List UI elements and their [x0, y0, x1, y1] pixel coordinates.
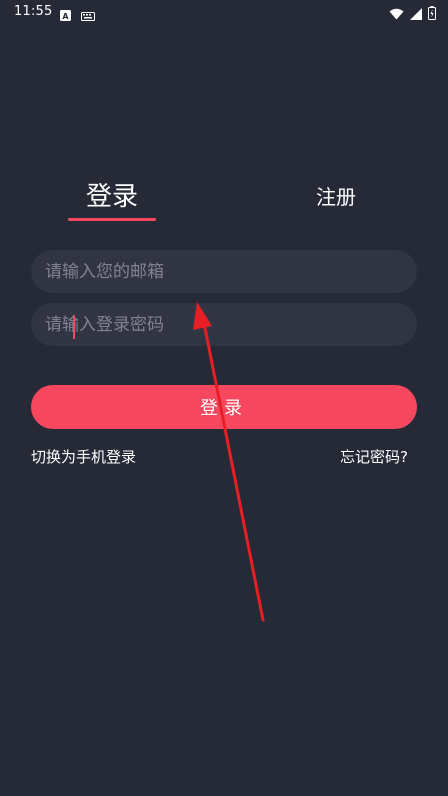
- password-input[interactable]: [45, 314, 403, 335]
- email-input[interactable]: [45, 261, 403, 282]
- keyboard-icon: [81, 6, 95, 25]
- signal-icon: [410, 5, 422, 24]
- login-button[interactable]: 登录: [31, 385, 417, 429]
- battery-icon: [428, 5, 436, 24]
- password-field-container: [31, 303, 417, 346]
- status-bar: 11:55 A: [0, 0, 448, 26]
- auth-tabs: 登录 注册: [0, 180, 448, 224]
- tab-login-label: 登录: [85, 182, 138, 212]
- status-time: 11:55: [14, 4, 53, 19]
- tab-register[interactable]: 注册: [300, 180, 372, 224]
- active-tab-indicator: [68, 218, 156, 221]
- a-icon: A: [60, 6, 71, 25]
- wifi-icon: [389, 5, 404, 24]
- status-icons-right: [389, 5, 436, 24]
- forgot-password-link[interactable]: 忘记密码?: [340, 446, 408, 467]
- svg-text:A: A: [62, 12, 69, 21]
- email-field-container: [31, 250, 417, 293]
- text-caret: [73, 315, 75, 339]
- switch-phone-login-link[interactable]: 切换为手机登录: [31, 446, 136, 467]
- tab-register-label: 注册: [316, 185, 356, 209]
- status-icons-left: A: [60, 6, 95, 25]
